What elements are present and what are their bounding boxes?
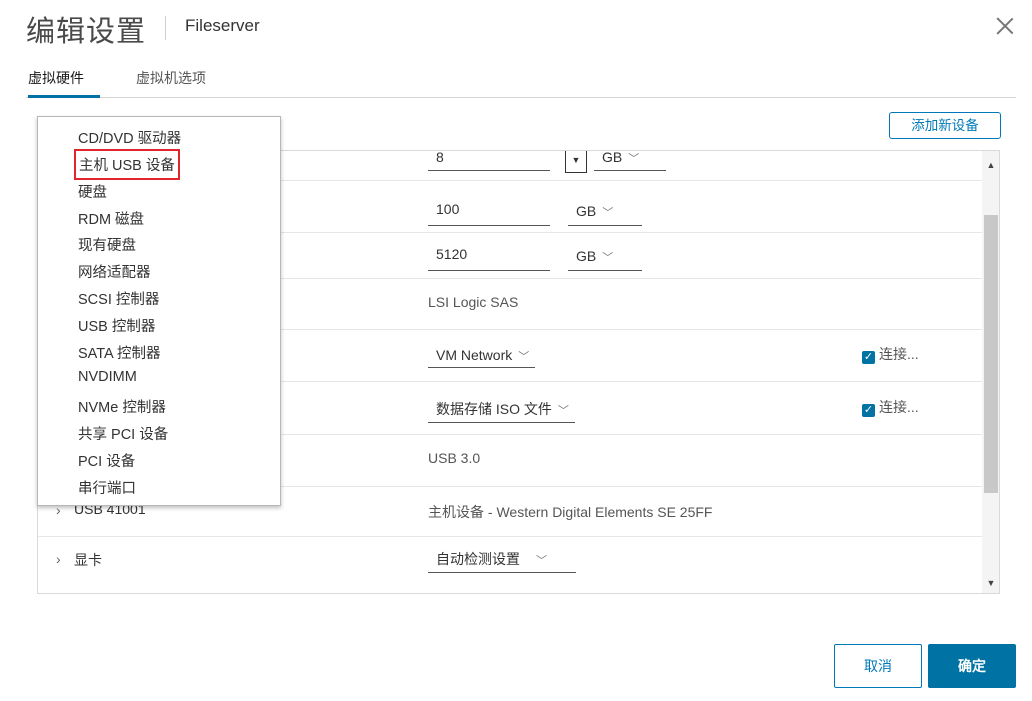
usb-device-value: 主机设备 - Western Digital Elements SE 25FF xyxy=(428,504,713,520)
cdrom-connect-checkbox[interactable]: ✓ 连接... xyxy=(862,397,919,417)
menu-item-cd-dvd-drive[interactable]: CD/DVD 驱动器 xyxy=(78,127,181,148)
menu-item-sata-controller[interactable]: SATA 控制器 xyxy=(78,342,160,363)
table-row-video-card: › 显卡 自动检测设置 ﹀ xyxy=(38,537,982,587)
video-card-label: 显卡 xyxy=(74,552,102,568)
menu-item-pci-device[interactable]: PCI 设备 xyxy=(78,450,135,471)
menu-item-scsi-controller[interactable]: SCSI 控制器 xyxy=(78,288,159,309)
scroll-up-arrow-icon[interactable]: ▲ xyxy=(982,157,999,173)
menu-item-rdm-disk[interactable]: RDM 磁盘 xyxy=(78,208,144,229)
memory-input[interactable]: 8 xyxy=(428,151,550,171)
scroll-down-arrow-icon[interactable]: ▼ xyxy=(982,575,999,591)
chevron-down-icon: ﹀ xyxy=(536,555,547,567)
tab-vm-options[interactable]: 虚拟机选项 xyxy=(136,68,206,98)
memory-unit-select[interactable]: GB ﹀ xyxy=(594,151,666,171)
title-separator xyxy=(165,16,166,40)
disk1-size-input[interactable]: 100 xyxy=(428,201,550,226)
add-device-menu: CD/DVD 驱动器 主机 USB 设备 硬盘 RDM 磁盘 现有硬盘 网络适配… xyxy=(37,116,281,506)
menu-item-network-adapter[interactable]: 网络适配器 xyxy=(78,261,151,282)
add-new-device-button[interactable]: 添加新设备 xyxy=(889,112,1001,139)
dialog-title: 编辑设置 xyxy=(26,16,147,48)
menu-item-nvme-controller[interactable]: NVMe 控制器 xyxy=(78,396,166,417)
chevron-down-icon: ﹀ xyxy=(518,351,530,363)
menu-item-existing-hard-disk[interactable]: 现有硬盘 xyxy=(78,234,136,255)
menu-item-host-usb-device[interactable]: 主机 USB 设备 xyxy=(74,149,180,180)
network-connect-checkbox[interactable]: ✓ 连接... xyxy=(862,344,919,364)
chevron-down-icon: ﹀ xyxy=(602,252,614,264)
disk1-unit-select[interactable]: GB ﹀ xyxy=(568,203,642,226)
disk2-unit-select[interactable]: GB ﹀ xyxy=(568,248,642,271)
vm-name: Fileserver xyxy=(185,16,260,35)
chevron-down-icon: ﹀ xyxy=(557,405,569,417)
cdrom-media-select[interactable]: 数据存储 ISO 文件 ﹀ xyxy=(428,399,575,423)
usb-controller-value: USB 3.0 xyxy=(428,450,481,466)
menu-item-hard-disk[interactable]: 硬盘 xyxy=(78,181,107,202)
menu-item-usb-controller[interactable]: USB 控制器 xyxy=(78,315,155,336)
scsi-type-value: LSI Logic SAS xyxy=(428,294,519,310)
menu-item-serial-port[interactable]: 串行端口 xyxy=(78,477,136,498)
ok-button[interactable]: 确定 xyxy=(928,644,1016,688)
checkmark-icon: ✓ xyxy=(862,404,875,417)
menu-item-shared-pci-device[interactable]: 共享 PCI 设备 xyxy=(78,423,168,444)
chevron-down-icon: ﹀ xyxy=(602,207,614,219)
tab-bar: 虚拟硬件 虚拟机选项 xyxy=(26,66,1016,98)
memory-stepper[interactable]: ▼ xyxy=(565,151,587,173)
chevron-right-icon[interactable]: › xyxy=(56,551,61,567)
table-scrollbar[interactable]: ▲ ▼ xyxy=(982,151,999,593)
scrollbar-thumb[interactable] xyxy=(984,215,998,493)
tab-virtual-hardware[interactable]: 虚拟硬件 xyxy=(28,68,100,98)
chevron-down-icon: ﹀ xyxy=(628,153,640,165)
disk2-size-input[interactable]: 5120 xyxy=(428,246,550,271)
cancel-button[interactable]: 取消 xyxy=(834,644,922,688)
video-card-select[interactable]: 自动检测设置 ﹀ xyxy=(428,549,576,573)
close-icon[interactable] xyxy=(992,13,1018,39)
checkmark-icon: ✓ xyxy=(862,351,875,364)
network-select[interactable]: VM Network ﹀ xyxy=(428,347,536,368)
menu-item-nvdimm[interactable]: NVDIMM xyxy=(78,369,137,385)
